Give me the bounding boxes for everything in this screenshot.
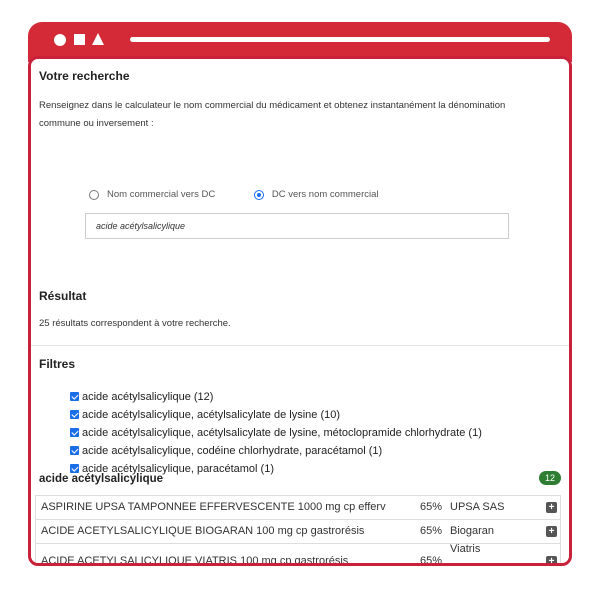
product-name: ACIDE ACETYLSALICYLIQUE VIATRIS 100 mg c… bbox=[41, 555, 349, 563]
checkbox-checked-icon[interactable] bbox=[70, 464, 79, 473]
checkbox-checked-icon[interactable] bbox=[70, 428, 79, 437]
divider bbox=[31, 345, 569, 346]
radio-label: Nom commercial vers DC bbox=[107, 189, 216, 200]
filters-title: Filtres bbox=[39, 357, 76, 371]
page-content: Votre recherche Renseignez dans le calcu… bbox=[31, 59, 569, 563]
results-table: ASPIRINE UPSA TAMPONNEE EFFERVESCENTE 10… bbox=[35, 495, 561, 563]
radio-label: DC vers nom commercial bbox=[271, 189, 379, 200]
laboratory: Viatris bbox=[450, 543, 481, 555]
search-input[interactable]: acide acétylsalicylique bbox=[85, 213, 509, 239]
checkbox-checked-icon[interactable] bbox=[70, 410, 79, 419]
search-description-line2: commune ou inversement : bbox=[39, 118, 154, 129]
radio-nom-commercial-vers-dc[interactable] bbox=[89, 189, 99, 200]
result-title: Résultat bbox=[39, 289, 87, 303]
browser-frame: Votre recherche Renseignez dans le calcu… bbox=[28, 22, 572, 566]
page-window: Votre recherche Renseignez dans le calcu… bbox=[28, 56, 572, 566]
search-title: Votre recherche bbox=[39, 69, 130, 83]
reimbursement-rate: 65% bbox=[420, 555, 443, 563]
filter-label: acide acétylsalicylique, acétylsalicylat… bbox=[82, 427, 482, 439]
conversion-radio-group: Nom commercial vers DC DC vers nom comme… bbox=[89, 189, 415, 200]
address-bar[interactable] bbox=[130, 37, 550, 42]
checkbox-checked-icon[interactable] bbox=[70, 392, 79, 401]
table-row: ACIDE ACETYLSALICYLIQUE BIOGARAN 100 mg … bbox=[35, 519, 561, 543]
checkbox-checked-icon[interactable] bbox=[70, 446, 79, 455]
group-title: acide acétylsalicylique bbox=[39, 473, 164, 485]
table-row: ASPIRINE UPSA TAMPONNEE EFFERVESCENTE 10… bbox=[35, 495, 561, 519]
filter-item[interactable]: acide acétylsalicylique, acétylsalicylat… bbox=[70, 427, 482, 439]
search-description-line1: Renseignez dans le calculateur le nom co… bbox=[39, 100, 506, 111]
reimbursement-rate: 65% bbox=[420, 501, 443, 513]
expand-plus-icon[interactable]: + bbox=[546, 556, 557, 563]
circle-icon bbox=[54, 34, 66, 46]
filter-item[interactable]: acide acétylsalicylique, codéine chlorhy… bbox=[70, 445, 382, 457]
count-badge: 12 bbox=[539, 471, 561, 485]
expand-plus-icon[interactable]: + bbox=[546, 502, 557, 513]
filter-label: acide acétylsalicylique (12) bbox=[82, 391, 214, 403]
filter-label: acide acétylsalicylique, codéine chlorhy… bbox=[82, 445, 383, 457]
filter-item[interactable]: acide acétylsalicylique (12) bbox=[70, 391, 213, 403]
table-row: ACIDE ACETYLSALICYLIQUE VIATRIS 100 mg c… bbox=[35, 543, 561, 563]
product-name: ACIDE ACETYLSALICYLIQUE BIOGARAN 100 mg … bbox=[41, 525, 365, 537]
reimbursement-rate: 65% bbox=[420, 525, 443, 537]
expand-plus-icon[interactable]: + bbox=[546, 526, 557, 537]
laboratory: UPSA SAS bbox=[450, 501, 505, 513]
filter-label: acide acétylsalicylique, acétylsalicylat… bbox=[82, 409, 341, 421]
square-icon bbox=[74, 34, 85, 45]
product-name: ASPIRINE UPSA TAMPONNEE EFFERVESCENTE 10… bbox=[41, 501, 386, 513]
filter-item[interactable]: acide acétylsalicylique, acétylsalicylat… bbox=[70, 409, 340, 421]
result-count: 25 résultats correspondent à votre reche… bbox=[39, 318, 231, 329]
triangle-icon bbox=[92, 33, 104, 45]
radio-dc-vers-nom-commercial[interactable] bbox=[253, 189, 264, 200]
